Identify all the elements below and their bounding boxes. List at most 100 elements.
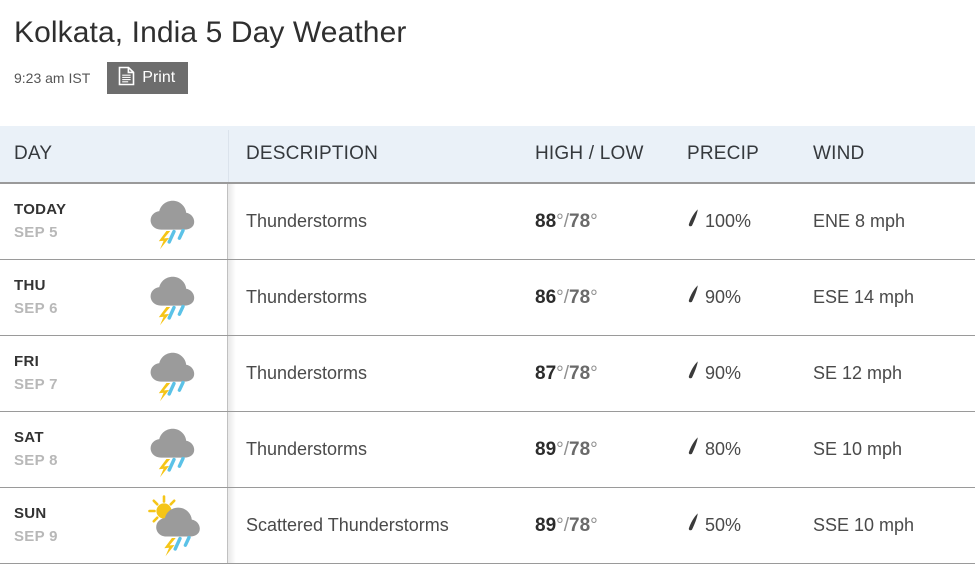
weather-page: Kolkata, India 5 Day Weather 9:23 am IST [0, 0, 975, 564]
temp-separator: °/ [556, 514, 570, 536]
raindrop-icon [687, 512, 701, 539]
day-name: SUN [14, 505, 47, 522]
wind-cell: ENE 8 mph [797, 184, 975, 259]
high-low-temperature: 89°/78° [535, 515, 598, 537]
table-row[interactable]: THU SEP 6 Thunderstorms 86°/78° 90% ESE … [0, 260, 975, 336]
precip-percent: 50% [705, 515, 742, 535]
description-cell: Thunderstorms [228, 184, 516, 259]
high-low-cell: 87°/78° [516, 336, 679, 411]
precip-percent: 80% [705, 439, 742, 459]
table-row[interactable]: SAT SEP 8 Thunderstorms 89°/78° 80% SE 1… [0, 412, 975, 488]
low-temperature: 78 [569, 362, 591, 384]
low-temperature: 78 [569, 438, 591, 460]
day-labels: SAT SEP 8 [14, 428, 140, 471]
precip-cell: 90% [679, 336, 797, 411]
table-row[interactable]: SUN SEP 9 Scattered Thunderstorms 89°/78… [0, 488, 975, 564]
high-temperature: 89 [535, 514, 557, 536]
day-cell: TODAY SEP 5 [0, 184, 236, 259]
raindrop-icon [687, 360, 701, 387]
column-header-high-low: HIGH / LOW [535, 143, 644, 164]
wind-value: ESE 14 mph [813, 287, 915, 307]
day-labels: SUN SEP 9 [14, 504, 140, 547]
raindrop-icon [687, 436, 701, 463]
day-date: SEP 9 [14, 528, 58, 545]
raindrop-icon [687, 284, 701, 311]
thunderstorm-icon [140, 419, 210, 481]
low-temperature: 78 [569, 286, 591, 308]
print-label: Print [142, 69, 176, 86]
page-title: Kolkata, India 5 Day Weather [14, 16, 407, 49]
thunderstorm-icon [140, 343, 210, 405]
day-name: SAT [14, 429, 44, 446]
day-labels: TODAY SEP 5 [14, 200, 140, 243]
day-cell: SAT SEP 8 [0, 412, 236, 487]
forecast-table: DAY DESCRIPTION HIGH / LOW PRECIP WIND T… [0, 126, 975, 564]
wind-cell: ESE 14 mph [797, 260, 975, 335]
low-degree-symbol: ° [590, 286, 598, 308]
day-date: SEP 6 [14, 300, 58, 317]
table-row[interactable]: TODAY SEP 5 Thunderstorms 88°/78° 100% E… [0, 184, 975, 260]
description-cell: Thunderstorms [228, 260, 516, 335]
day-date: SEP 7 [14, 376, 58, 393]
table-header-row: DAY DESCRIPTION HIGH / LOW PRECIP WIND [0, 126, 975, 184]
description-text: Thunderstorms [246, 287, 368, 307]
low-degree-symbol: ° [590, 438, 598, 460]
precip-cell: 100% [679, 184, 797, 259]
precip-percent: 90% [705, 363, 742, 383]
header-meta-row: 9:23 am IST Print [14, 62, 975, 94]
document-icon [118, 66, 135, 91]
wind-value: ENE 8 mph [813, 211, 906, 231]
day-name: FRI [14, 353, 40, 370]
table-row[interactable]: FRI SEP 7 Thunderstorms 87°/78° 90% SE 1… [0, 336, 975, 412]
temp-separator: °/ [556, 438, 570, 460]
print-button[interactable]: Print [107, 62, 189, 94]
description-text: Scattered Thunderstorms [246, 515, 449, 535]
thunderstorm-icon [140, 267, 210, 329]
column-header-day-cell: DAY [0, 126, 228, 182]
day-labels: FRI SEP 7 [14, 352, 140, 395]
raindrop-icon [687, 208, 701, 235]
column-header-wind-cell: WIND [797, 126, 975, 182]
column-header-description: DESCRIPTION [246, 143, 379, 164]
wind-cell: SE 12 mph [797, 336, 975, 411]
day-cell: FRI SEP 7 [0, 336, 236, 411]
column-header-highlow-cell: HIGH / LOW [516, 126, 679, 182]
column-header-precip: PRECIP [687, 143, 759, 164]
precip-cell: 80% [679, 412, 797, 487]
low-temperature: 78 [569, 514, 591, 536]
wind-cell: SE 10 mph [797, 412, 975, 487]
high-temperature: 89 [535, 438, 557, 460]
header-column-divider [228, 130, 229, 182]
high-low-cell: 89°/78° [516, 412, 679, 487]
high-low-temperature: 87°/78° [535, 363, 598, 385]
low-temperature: 78 [569, 210, 591, 232]
page-header: Kolkata, India 5 Day Weather 9:23 am IST [0, 0, 975, 94]
day-date: SEP 5 [14, 224, 58, 241]
high-temperature: 86 [535, 286, 557, 308]
precip-percent: 100% [705, 211, 752, 231]
precip-value-group: 80% [687, 436, 741, 463]
description-cell: Thunderstorms [228, 336, 516, 411]
high-low-cell: 88°/78° [516, 184, 679, 259]
precip-value-group: 50% [687, 512, 741, 539]
description-text: Thunderstorms [246, 363, 368, 383]
temp-separator: °/ [556, 362, 570, 384]
thunderstorm-icon [140, 191, 210, 253]
column-header-precip-cell: PRECIP [679, 126, 797, 182]
high-temperature: 88 [535, 210, 557, 232]
precip-value-group: 100% [687, 208, 751, 235]
column-header-wind: WIND [813, 143, 865, 164]
day-name: THU [14, 277, 46, 294]
scattered-thunderstorm-icon [140, 494, 210, 557]
forecast-rows: TODAY SEP 5 Thunderstorms 88°/78° 100% E… [0, 184, 975, 564]
high-low-temperature: 88°/78° [535, 211, 598, 233]
high-low-temperature: 86°/78° [535, 287, 598, 309]
description-cell: Thunderstorms [228, 412, 516, 487]
high-low-temperature: 89°/78° [535, 439, 598, 461]
day-labels: THU SEP 6 [14, 276, 140, 319]
temp-separator: °/ [556, 286, 570, 308]
low-degree-symbol: ° [590, 210, 598, 232]
wind-value: SE 12 mph [813, 363, 903, 383]
day-cell: THU SEP 6 [0, 260, 236, 335]
day-date: SEP 8 [14, 452, 58, 469]
